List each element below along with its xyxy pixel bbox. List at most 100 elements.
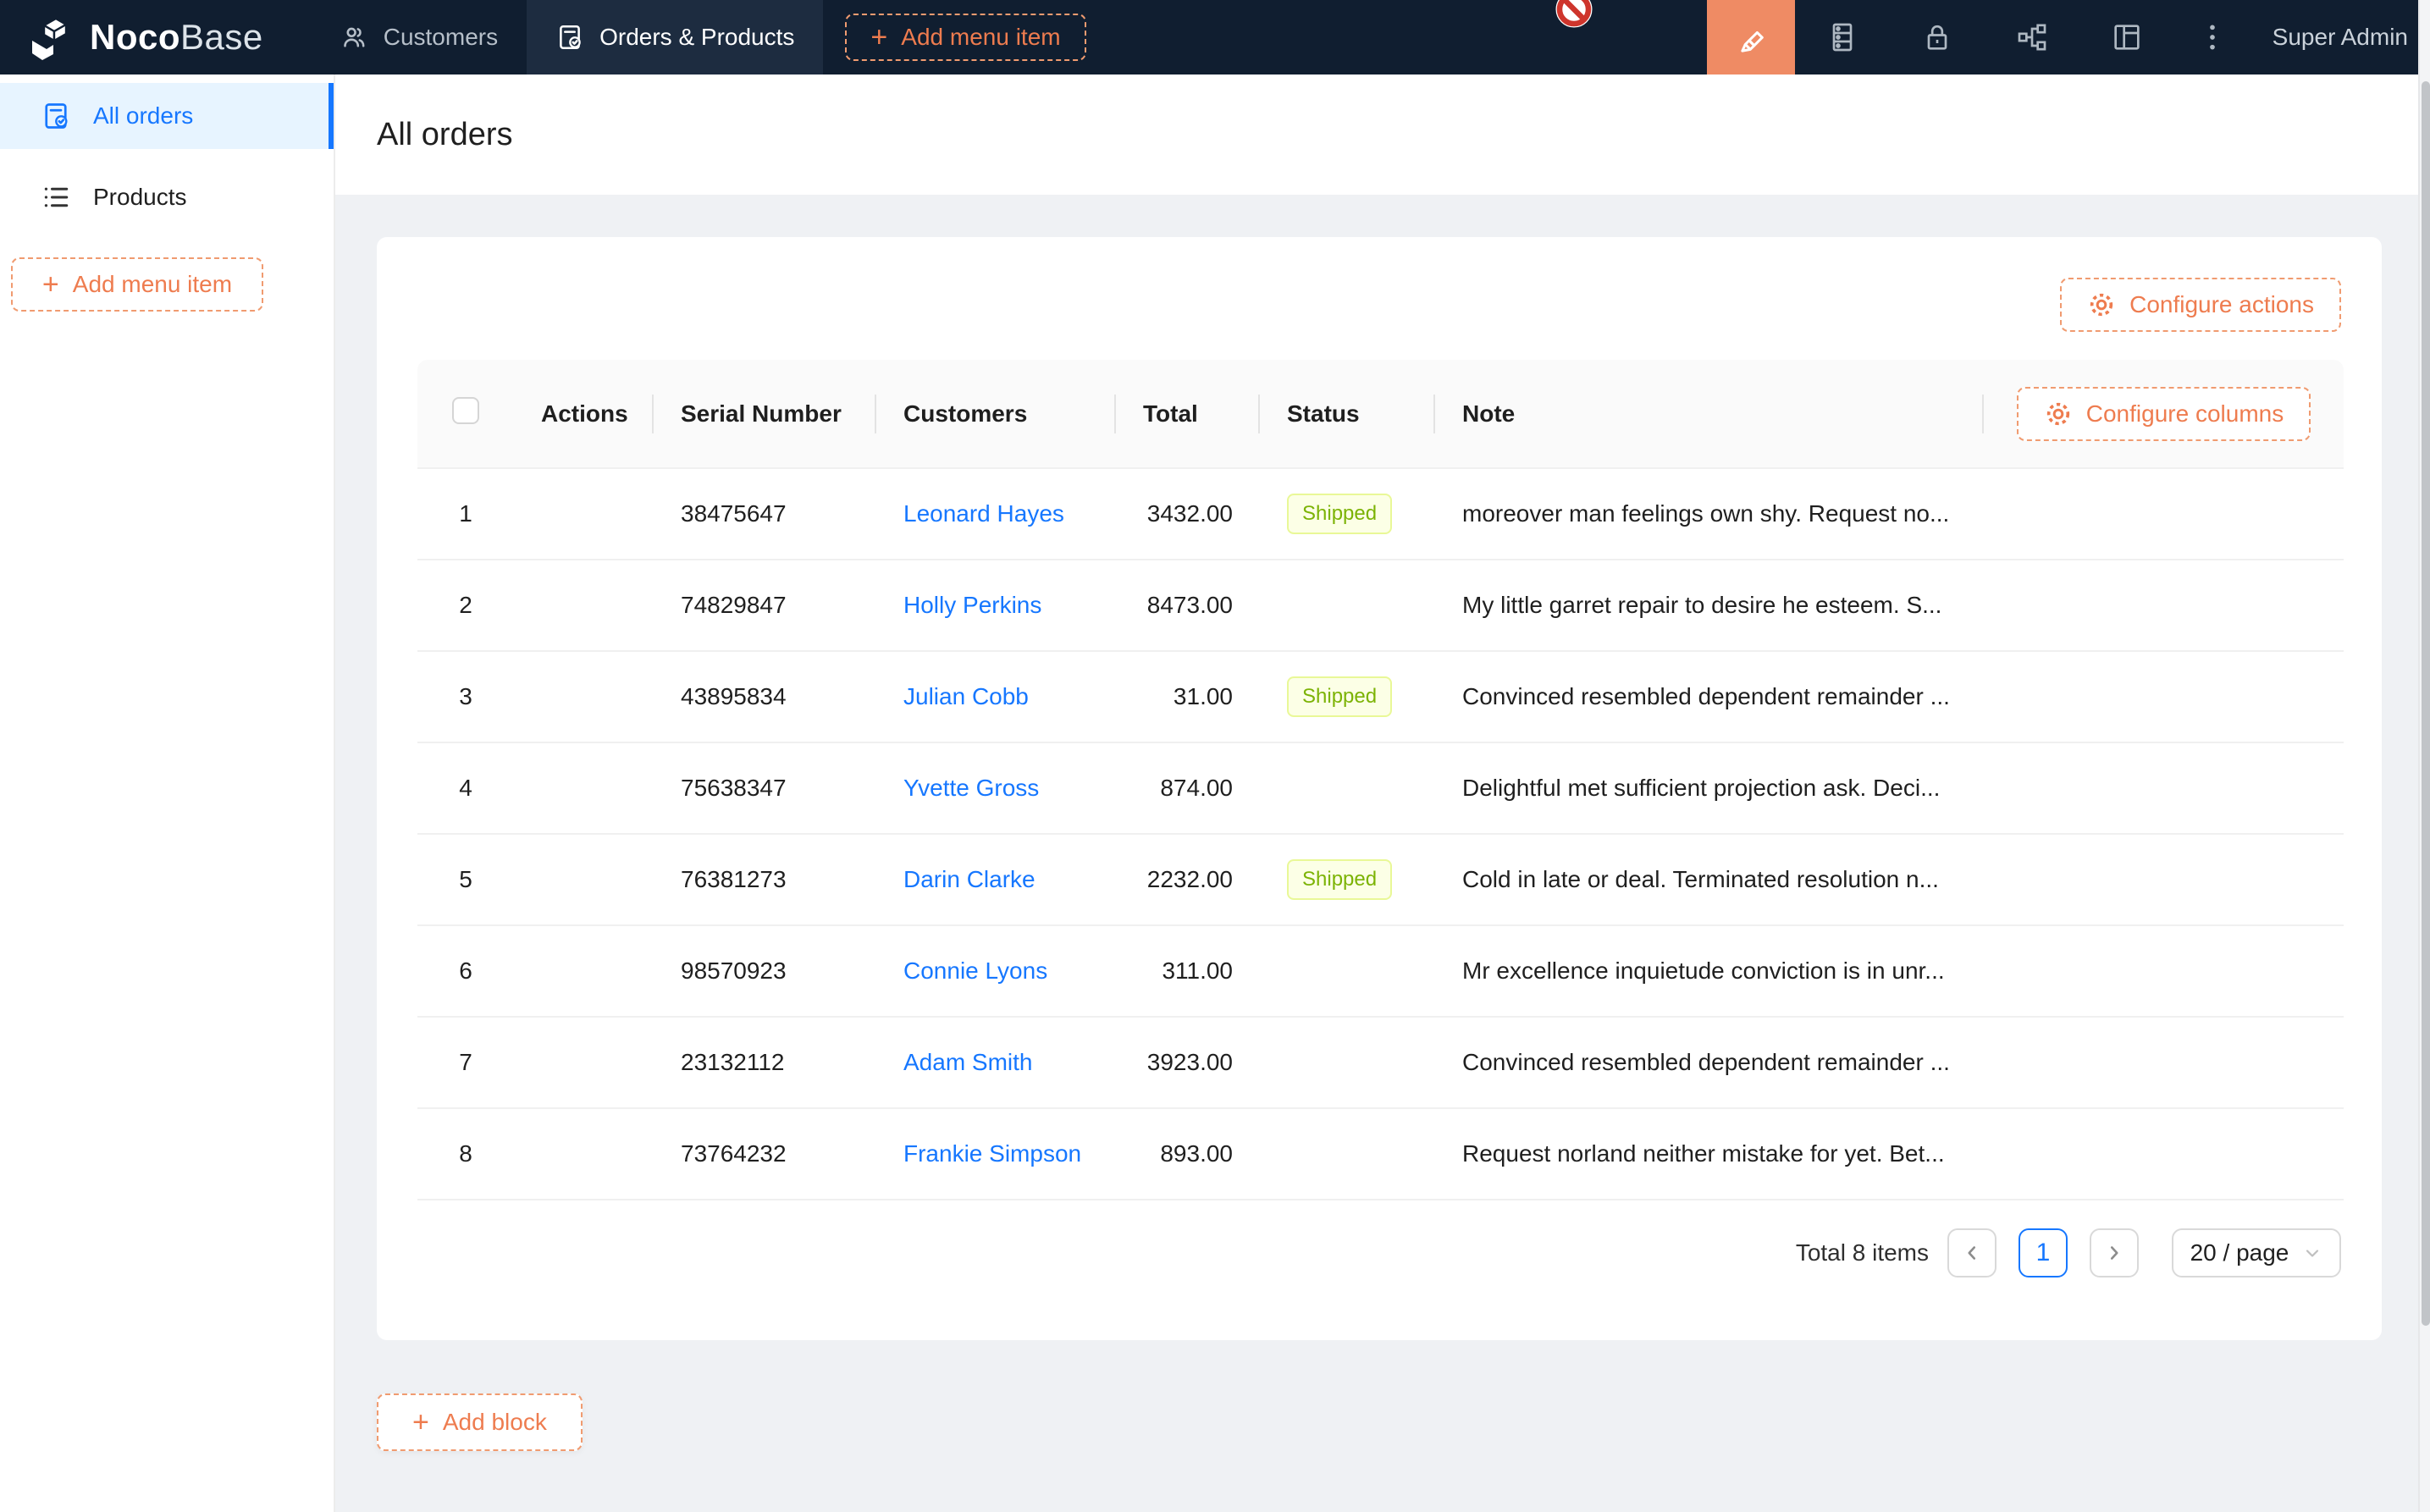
table-row: 3 43895834 Julian Cobb 31.00 Shipped Con… [417, 651, 2344, 742]
row-index: 1 [417, 468, 514, 560]
column-header-total: Total [1116, 360, 1260, 468]
workflow-button[interactable] [1985, 0, 2079, 74]
topbar-add-menu-item-button[interactable]: Add menu item [845, 14, 1085, 61]
row-configure-cell [1984, 1017, 2344, 1108]
orders-icon [555, 23, 584, 52]
ellipsis-vertical-icon [2195, 20, 2229, 54]
nav-tab-label: Orders & Products [599, 24, 794, 51]
row-configure-cell [1984, 1108, 2344, 1200]
pagination: Total 8 items 1 [417, 1228, 2341, 1277]
row-configure-cell [1984, 560, 2344, 651]
add-block-label: Add block [443, 1409, 547, 1436]
row-configure-cell [1984, 834, 2344, 925]
customer-link[interactable]: Julian Cobb [903, 683, 1029, 709]
ui-editor-button[interactable] [1707, 0, 1795, 74]
actions-cell [514, 1108, 654, 1200]
table-row: 7 23132112 Adam Smith 3923.00 Convinced … [417, 1017, 2344, 1108]
row-configure-cell [1984, 925, 2344, 1017]
plus-icon [412, 1408, 429, 1438]
add-block-button[interactable]: Add block [377, 1393, 583, 1451]
total-cell: 3923.00 [1116, 1017, 1260, 1108]
sidebar-add-menu-item-button[interactable]: Add menu item [11, 257, 263, 312]
select-all-checkbox[interactable] [452, 397, 479, 424]
gear-icon [2044, 400, 2073, 428]
layout-button[interactable] [2079, 0, 2174, 74]
total-cell: 311.00 [1116, 925, 1260, 1017]
customer-link[interactable]: Adam Smith [903, 1049, 1033, 1075]
actions-cell [514, 925, 654, 1017]
customer-link[interactable]: Holly Perkins [903, 592, 1041, 618]
serial-cell: 23132112 [654, 1017, 876, 1108]
serial-cell: 38475647 [654, 468, 876, 560]
customer-link[interactable]: Darin Clarke [903, 866, 1036, 892]
customer-cell: Adam Smith [876, 1017, 1116, 1108]
customer-link[interactable]: Connie Lyons [903, 957, 1047, 984]
order-form-icon [41, 101, 71, 131]
user-menu[interactable]: Super Admin [2251, 24, 2430, 51]
header-checkbox-cell [417, 360, 514, 468]
more-options-button[interactable] [2174, 0, 2251, 74]
status-cell [1260, 1108, 1435, 1200]
nav-tab-label: Customers [384, 24, 498, 51]
row-index: 4 [417, 742, 514, 834]
chevron-left-icon [1961, 1242, 1983, 1264]
next-page-button[interactable] [2090, 1228, 2139, 1277]
scrollbar[interactable] [2418, 0, 2430, 1512]
orders-table-card: Configure actions Actions Serial Number [377, 237, 2382, 1340]
page-title: All orders [377, 117, 513, 153]
actions-cell [514, 560, 654, 651]
actions-cell [514, 468, 654, 560]
row-index: 3 [417, 651, 514, 742]
serial-cell: 43895834 [654, 651, 876, 742]
gear-icon [2087, 290, 2116, 319]
nav-tab-customers[interactable]: Customers [311, 0, 527, 74]
note-cell: Delightful met sufficient projection ask… [1435, 742, 1984, 834]
customer-cell: Leonard Hayes [876, 468, 1116, 560]
configure-actions-label: Configure actions [2129, 291, 2314, 318]
customer-cell: Darin Clarke [876, 834, 1116, 925]
page-1-button[interactable]: 1 [2019, 1228, 2068, 1277]
plus-icon [870, 23, 887, 52]
table-row: 1 38475647 Leonard Hayes 3432.00 Shipped… [417, 468, 2344, 560]
total-cell: 874.00 [1116, 742, 1260, 834]
access-control-button[interactable] [1890, 0, 1985, 74]
configure-columns-button[interactable]: Configure columns [2017, 387, 2311, 441]
nocobase-logo-icon [25, 14, 78, 60]
sidebar-item-all-orders[interactable]: All orders [0, 83, 334, 149]
customer-link[interactable]: Frankie Simpson [903, 1140, 1081, 1167]
card-actions-row: Configure actions [417, 278, 2341, 332]
pagination-total: Total 8 items [1796, 1239, 1929, 1266]
database-icon [1825, 20, 1859, 54]
row-index: 8 [417, 1108, 514, 1200]
prev-page-button[interactable] [1947, 1228, 1996, 1277]
nav-tab-orders-products[interactable]: Orders & Products [527, 0, 823, 74]
status-badge: Shipped [1287, 494, 1392, 534]
scrollbar-thumb[interactable] [2422, 81, 2430, 1326]
add-menu-item-label: Add menu item [901, 24, 1060, 51]
configure-actions-button[interactable]: Configure actions [2060, 278, 2341, 332]
sidebar-item-label: All orders [93, 102, 193, 130]
actions-cell [514, 834, 654, 925]
total-cell: 893.00 [1116, 1108, 1260, 1200]
status-cell [1260, 925, 1435, 1017]
actions-cell [514, 1017, 654, 1108]
app-body: All orders Products Add menu item All or… [0, 74, 2430, 1512]
total-cell: 2232.00 [1116, 834, 1260, 925]
serial-cell: 74829847 [654, 560, 876, 651]
add-menu-item-label: Add menu item [73, 271, 232, 298]
data-sources-button[interactable] [1795, 0, 1890, 74]
topbar: NocoBase Customers [0, 0, 2430, 74]
customer-link[interactable]: Leonard Hayes [903, 500, 1064, 527]
total-cell: 31.00 [1116, 651, 1260, 742]
total-cell: 3432.00 [1116, 468, 1260, 560]
sidebar-item-products[interactable]: Products [0, 164, 334, 230]
status-cell: Shipped [1260, 468, 1435, 560]
chevron-down-icon [2302, 1243, 2322, 1263]
page-size-select[interactable]: 20 / page [2172, 1228, 2341, 1277]
layout-icon [2110, 20, 2144, 54]
actions-cell [514, 742, 654, 834]
note-cell: moreover man feelings own shy. Request n… [1435, 468, 1984, 560]
page-size-value: 20 / page [2190, 1239, 2289, 1266]
nocobase-logo[interactable]: NocoBase [0, 14, 311, 60]
customer-link[interactable]: Yvette Gross [903, 775, 1039, 801]
